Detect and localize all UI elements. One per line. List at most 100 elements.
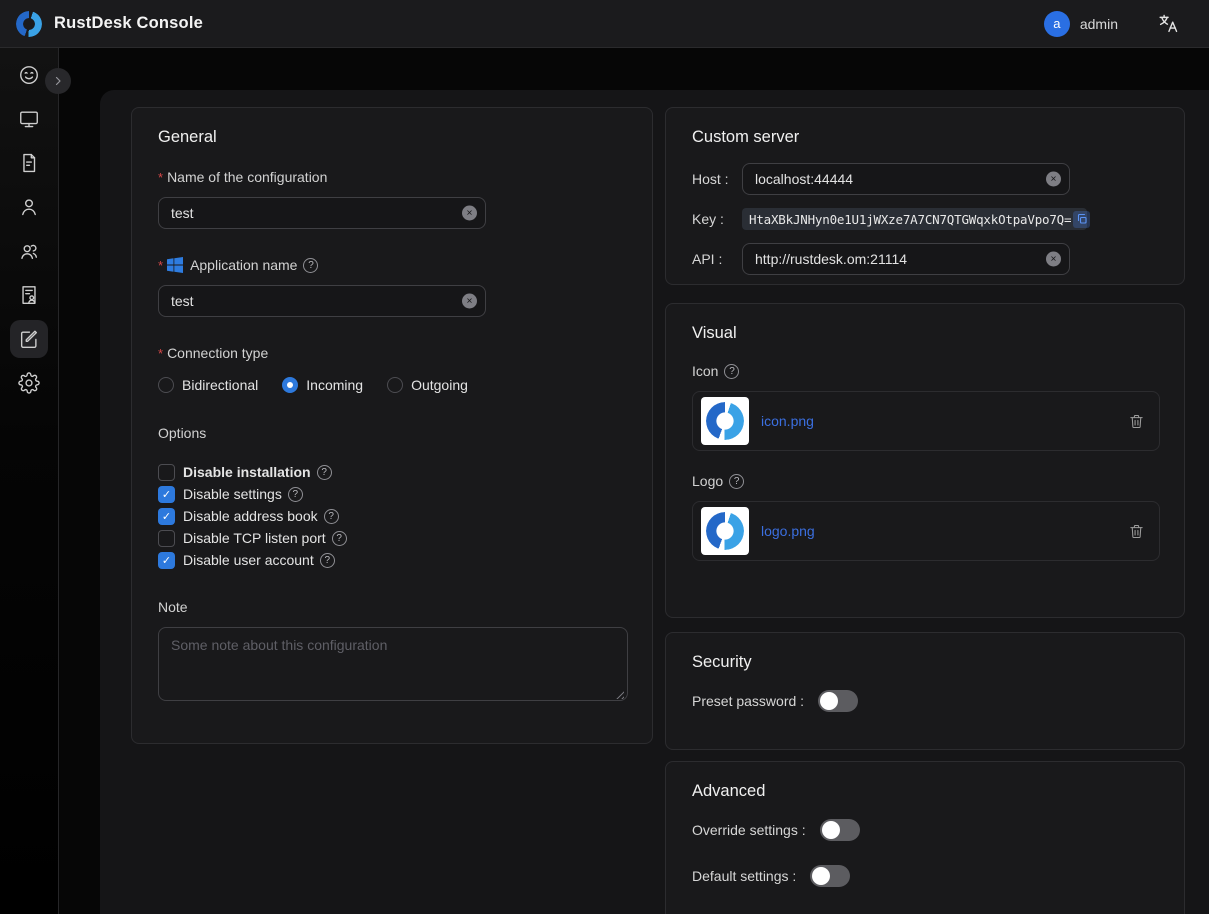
clear-icon[interactable]: ✕: [1046, 252, 1061, 267]
sidebar-item-devices[interactable]: [10, 100, 48, 138]
preset-password-toggle[interactable]: [818, 690, 858, 712]
trash-icon: [1128, 523, 1145, 540]
api-field: ✕: [742, 243, 1070, 275]
sidebar-item-groups[interactable]: [10, 232, 48, 270]
user-icon: [18, 196, 40, 218]
logo-file-card: logo.png: [692, 501, 1160, 561]
required-asterisk: *: [158, 346, 163, 361]
radio-bidirectional[interactable]: Bidirectional: [158, 377, 258, 393]
username[interactable]: admin: [1080, 16, 1118, 32]
sidebar-item-audit[interactable]: [10, 276, 48, 314]
connection-type-label: * Connection type: [158, 345, 626, 361]
help-icon[interactable]: ?: [332, 531, 347, 546]
radio-selected-icon[interactable]: [282, 377, 298, 393]
options-list: Disable installation ? ✓ Disable setting…: [158, 461, 626, 571]
chevron-right-icon: [52, 75, 64, 87]
sidebar: [0, 48, 59, 914]
option-disable-user-account[interactable]: ✓ Disable user account ?: [158, 549, 626, 571]
smiley-icon: [18, 64, 40, 86]
help-icon[interactable]: ?: [303, 258, 318, 273]
logo-file-link[interactable]: logo.png: [761, 523, 815, 539]
copy-icon: [1076, 213, 1088, 225]
users-icon: [18, 240, 40, 262]
override-settings-row: Override settings :: [692, 819, 1158, 841]
override-settings-toggle[interactable]: [820, 819, 860, 841]
override-settings-label: Override settings :: [692, 822, 806, 838]
checkbox-checked-icon[interactable]: ✓: [158, 486, 175, 503]
app-name-label: * Application name ?: [158, 257, 626, 273]
document-icon: [18, 152, 40, 174]
monitor-icon: [18, 108, 40, 130]
checkbox-unchecked-icon[interactable]: [158, 530, 175, 547]
option-disable-settings[interactable]: ✓ Disable settings ?: [158, 483, 626, 505]
copy-button[interactable]: [1073, 211, 1090, 228]
trash-icon: [1128, 413, 1145, 430]
custom-server-title: Custom server: [692, 128, 1158, 147]
visual-title: Visual: [692, 324, 1158, 343]
preset-password-label: Preset password :: [692, 693, 804, 709]
note-label: Note: [158, 599, 626, 615]
option-disable-installation[interactable]: Disable installation ?: [158, 461, 626, 483]
language-switch-button[interactable]: [1158, 13, 1179, 34]
help-icon[interactable]: ?: [729, 474, 744, 489]
clear-icon[interactable]: ✕: [462, 206, 477, 221]
help-icon[interactable]: ?: [320, 553, 335, 568]
config-name-input[interactable]: [158, 197, 486, 229]
logo-thumbnail: [701, 507, 749, 555]
gear-icon: [18, 372, 40, 394]
checkbox-checked-icon[interactable]: ✓: [158, 508, 175, 525]
options-label: Options: [158, 425, 626, 441]
radio-outgoing[interactable]: Outgoing: [387, 377, 468, 393]
sidebar-item-configurations[interactable]: [10, 320, 48, 358]
sidebar-item-settings[interactable]: [10, 364, 48, 402]
sidebar-item-dashboard[interactable]: [10, 56, 48, 94]
radio-incoming[interactable]: Incoming: [282, 377, 363, 393]
rustdesk-logo-icon: [706, 512, 744, 550]
toggle-knob: [822, 821, 840, 839]
help-icon[interactable]: ?: [724, 364, 739, 379]
rustdesk-console-screen: RustDesk Console a admin: [0, 0, 1209, 914]
help-icon[interactable]: ?: [317, 465, 332, 480]
visual-panel: Visual Icon ? icon.png Logo ?: [665, 303, 1185, 618]
key-label: Key :: [692, 211, 742, 227]
rustdesk-logo-icon: [16, 11, 42, 37]
host-field: ✕: [742, 163, 1070, 195]
option-disable-address-book[interactable]: ✓ Disable address book ?: [158, 505, 626, 527]
main-content: General * Name of the configuration ✕ * …: [100, 90, 1209, 914]
advanced-title: Advanced: [692, 782, 1158, 801]
audit-log-icon: [18, 284, 40, 306]
checkbox-unchecked-icon[interactable]: [158, 464, 175, 481]
logo-label: Logo ?: [692, 473, 1158, 489]
delete-icon-button[interactable]: [1128, 413, 1145, 430]
radio-icon[interactable]: [387, 377, 403, 393]
sidebar-collapse-button[interactable]: [45, 68, 71, 94]
radio-icon[interactable]: [158, 377, 174, 393]
api-input[interactable]: [742, 243, 1070, 275]
note-textarea[interactable]: [158, 627, 628, 701]
host-input[interactable]: [742, 163, 1070, 195]
default-settings-label: Default settings :: [692, 868, 796, 884]
icon-label: Icon ?: [692, 363, 1158, 379]
sidebar-item-users[interactable]: [10, 188, 48, 226]
user-avatar[interactable]: a: [1044, 11, 1070, 37]
icon-file-link[interactable]: icon.png: [761, 413, 814, 429]
app-name-field: ✕: [158, 285, 486, 317]
windows-icon: [167, 257, 183, 273]
option-disable-tcp-listen-port[interactable]: Disable TCP listen port ?: [158, 527, 626, 549]
help-icon[interactable]: ?: [288, 487, 303, 502]
delete-logo-button[interactable]: [1128, 523, 1145, 540]
preset-password-row: Preset password :: [692, 690, 1158, 712]
edit-icon: [18, 328, 40, 350]
note-field: [158, 627, 628, 706]
general-panel: General * Name of the configuration ✕ * …: [131, 107, 653, 744]
help-icon[interactable]: ?: [324, 509, 339, 524]
clear-icon[interactable]: ✕: [462, 294, 477, 309]
clear-icon[interactable]: ✕: [1046, 172, 1061, 187]
app-name-input[interactable]: [158, 285, 486, 317]
default-settings-toggle[interactable]: [810, 865, 850, 887]
security-title: Security: [692, 653, 1158, 672]
sidebar-item-logs[interactable]: [10, 144, 48, 182]
advanced-panel: Advanced Override settings : Default set…: [665, 761, 1185, 914]
api-label: API :: [692, 251, 742, 267]
checkbox-checked-icon[interactable]: ✓: [158, 552, 175, 569]
